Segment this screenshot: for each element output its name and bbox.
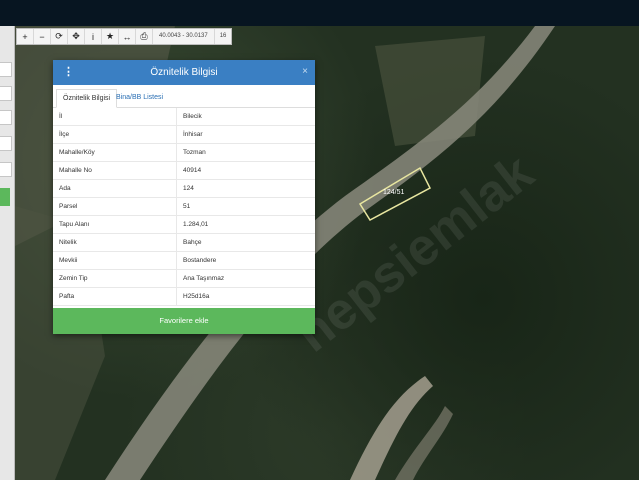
- map-toolbar: + − ⟳ ✥ i ★ ↔ ⎙ 40.0043 - 30.0137 16: [16, 28, 233, 45]
- attribute-key: İlçe: [53, 125, 177, 144]
- left-panel-action-button[interactable]: [0, 188, 10, 206]
- dialog-title: Öznitelik Bilgisi: [150, 67, 218, 78]
- tab-attribute-info[interactable]: Öznitelik Bilgisi: [56, 89, 118, 108]
- left-panel-field[interactable]: [0, 136, 12, 151]
- attribute-value: Ana Taşınmaz: [176, 269, 315, 288]
- table-row: Nitelik Bahçe: [53, 233, 315, 252]
- attribute-value: Bostandere: [176, 251, 315, 270]
- attribute-key: Nitelik: [53, 233, 177, 252]
- dialog-tabs: Öznitelik Bilgisi Bina/BB Listesi: [53, 85, 315, 108]
- table-row: Mahalle/Köy Tozman: [53, 143, 315, 162]
- left-panel-field[interactable]: [0, 62, 12, 77]
- attribute-key: Pafta: [53, 287, 177, 306]
- attribute-value: Tozman: [176, 143, 315, 162]
- zoom-in-icon[interactable]: +: [17, 29, 34, 44]
- attribute-table: İl Bilecik İlçe İnhisar Mahalle/Köy Tozman Mah…: [53, 108, 315, 306]
- table-row: Parsel 51: [53, 197, 315, 216]
- attribute-value: 124: [176, 179, 315, 198]
- dialog-header: ⋮ Öznitelik Bilgisi ×: [53, 60, 315, 85]
- attribute-value: Bilecik: [176, 108, 315, 126]
- attribute-value: Bahçe: [176, 233, 315, 252]
- table-row: Mahalle No 40914: [53, 161, 315, 180]
- attribute-key: Tapu Alanı: [53, 215, 177, 234]
- refresh-icon[interactable]: ⟳: [51, 29, 68, 44]
- measure-icon[interactable]: ↔: [119, 29, 136, 44]
- attribute-value: 40914: [176, 161, 315, 180]
- pan-icon[interactable]: ✥: [68, 29, 85, 44]
- favorite-star-icon[interactable]: ★: [102, 29, 119, 44]
- table-row: Zemin Tip Ana Taşınmaz: [53, 269, 315, 288]
- table-row: Tapu Alanı 1.284,01: [53, 215, 315, 234]
- table-row: Ada 124: [53, 179, 315, 198]
- attribute-value: İnhisar: [176, 125, 315, 144]
- attribute-key: Mevkii: [53, 251, 177, 270]
- attribute-info-dialog: ⋮ Öznitelik Bilgisi × Öznitelik Bilgisi …: [53, 60, 315, 334]
- attribute-value: 1.284,01: [176, 215, 315, 234]
- add-to-favorites-button[interactable]: Favorilere ekle: [53, 308, 315, 334]
- attribute-key: Mahalle/Köy: [53, 143, 177, 162]
- tab-building-list[interactable]: Bina/BB Listesi: [110, 89, 169, 106]
- table-row: İlçe İnhisar: [53, 125, 315, 144]
- zoom-level: 16: [219, 33, 227, 39]
- attribute-key: Mahalle No: [53, 161, 177, 180]
- coordinate-readout: 40.0043 - 30.0137: [153, 29, 215, 44]
- table-row: Mevkii Bostandere: [53, 251, 315, 270]
- print-icon[interactable]: ⎙: [136, 29, 153, 44]
- zoom-out-icon[interactable]: −: [34, 29, 51, 44]
- attribute-value: H25d16a: [176, 287, 315, 306]
- left-panel: [0, 26, 15, 480]
- left-panel-field[interactable]: [0, 162, 12, 177]
- table-row: Pafta H25d16a: [53, 287, 315, 306]
- top-bar: [0, 0, 639, 26]
- attribute-key: Ada: [53, 179, 177, 198]
- attribute-key: İl: [53, 108, 177, 126]
- attribute-key: Parsel: [53, 197, 177, 216]
- attribute-key: Zemin Tip: [53, 269, 177, 288]
- svg-text:hepsiemlak: hepsiemlak: [285, 143, 544, 363]
- left-panel-field[interactable]: [0, 110, 12, 125]
- attribute-value: 51: [176, 197, 315, 216]
- info-icon[interactable]: i: [85, 29, 102, 44]
- left-panel-field[interactable]: [0, 86, 12, 101]
- close-icon[interactable]: ×: [302, 66, 308, 77]
- table-row: İl Bilecik: [53, 108, 315, 126]
